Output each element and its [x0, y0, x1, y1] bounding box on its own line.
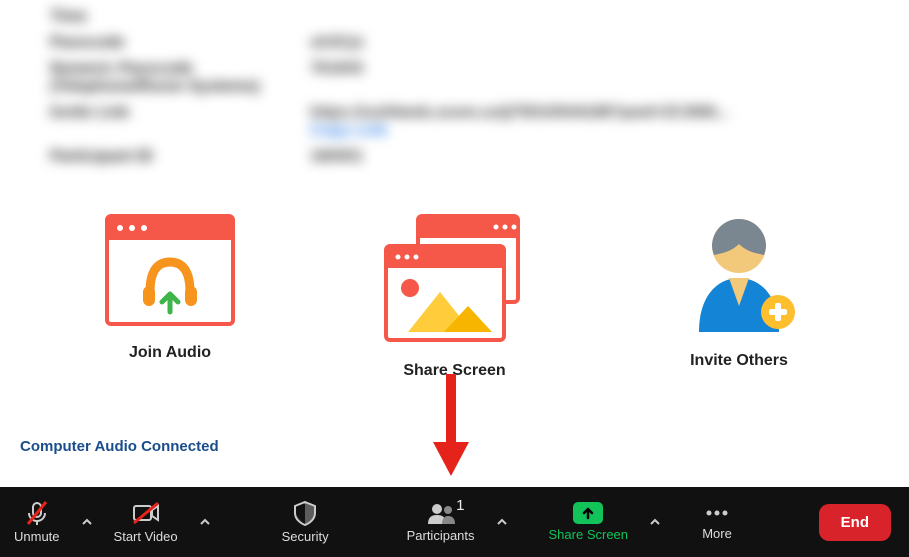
video-options-chevron[interactable]	[192, 487, 218, 557]
invite-person-icon	[674, 214, 804, 334]
action-cards-row: Join Audio Share Screen	[0, 174, 909, 380]
join-audio-label: Join Audio	[129, 344, 211, 362]
start-video-label: Start Video	[114, 529, 178, 544]
info-value: 180001	[310, 148, 859, 166]
video-off-icon	[131, 500, 161, 526]
unmute-label: Unmute	[14, 529, 60, 544]
participants-icon	[426, 501, 456, 525]
security-label: Security	[282, 529, 329, 544]
annotation-arrow-icon	[431, 370, 471, 480]
participants-label: Participants	[407, 528, 475, 543]
share-screen-button[interactable]: Share Screen	[535, 487, 643, 557]
more-button[interactable]: More	[688, 487, 746, 557]
chevron-up-icon	[199, 516, 211, 528]
headphones-icon	[105, 214, 235, 326]
chevron-up-icon	[81, 516, 93, 528]
participants-options-chevron[interactable]	[489, 487, 515, 557]
info-value	[310, 8, 859, 26]
info-value: https://us04web.zoom.us/j/78310544188?pw…	[310, 104, 859, 140]
participants-count: 1	[456, 497, 464, 514]
unmute-button[interactable]: Unmute	[0, 487, 74, 557]
meeting-info-panel: Time Passcodeuh3Cjn Numeric Passcode (Te…	[0, 0, 909, 166]
start-video-button[interactable]: Start Video	[100, 487, 192, 557]
info-value: uh3Cjn	[310, 34, 859, 52]
meeting-toolbar: Unmute Start Video Security	[0, 487, 909, 557]
share-screen-toolbar-label: Share Screen	[549, 527, 629, 542]
info-label: Invite Link	[50, 104, 310, 140]
copy-link: Copy Link	[310, 122, 387, 139]
shield-icon	[293, 500, 317, 526]
end-button[interactable]: End	[819, 504, 891, 541]
audio-options-chevron[interactable]	[74, 487, 100, 557]
participants-button[interactable]: 1 Participants	[393, 487, 489, 557]
invite-others-card[interactable]: Invite Others	[609, 214, 869, 370]
invite-others-label: Invite Others	[690, 352, 788, 370]
info-label: Passcode	[50, 34, 310, 52]
chevron-up-icon	[496, 516, 508, 528]
share-arrow-icon	[573, 502, 603, 524]
share-screen-card[interactable]: Share Screen	[325, 214, 585, 380]
share-screen-icon	[380, 214, 530, 344]
more-icon	[702, 503, 732, 523]
security-button[interactable]: Security	[268, 487, 343, 557]
share-options-chevron[interactable]	[642, 487, 668, 557]
chevron-up-icon	[649, 516, 661, 528]
mic-muted-icon	[24, 500, 50, 526]
info-label: Participant ID	[50, 148, 310, 166]
info-label: Time	[50, 8, 310, 26]
info-label: Numeric Passcode (Telephone/Room Systems…	[50, 60, 310, 96]
more-label: More	[702, 526, 732, 541]
share-screen-label: Share Screen	[403, 362, 505, 380]
join-audio-card[interactable]: Join Audio	[40, 214, 300, 362]
info-value: 761843	[310, 60, 859, 96]
audio-status: Computer Audio Connected	[20, 438, 219, 455]
